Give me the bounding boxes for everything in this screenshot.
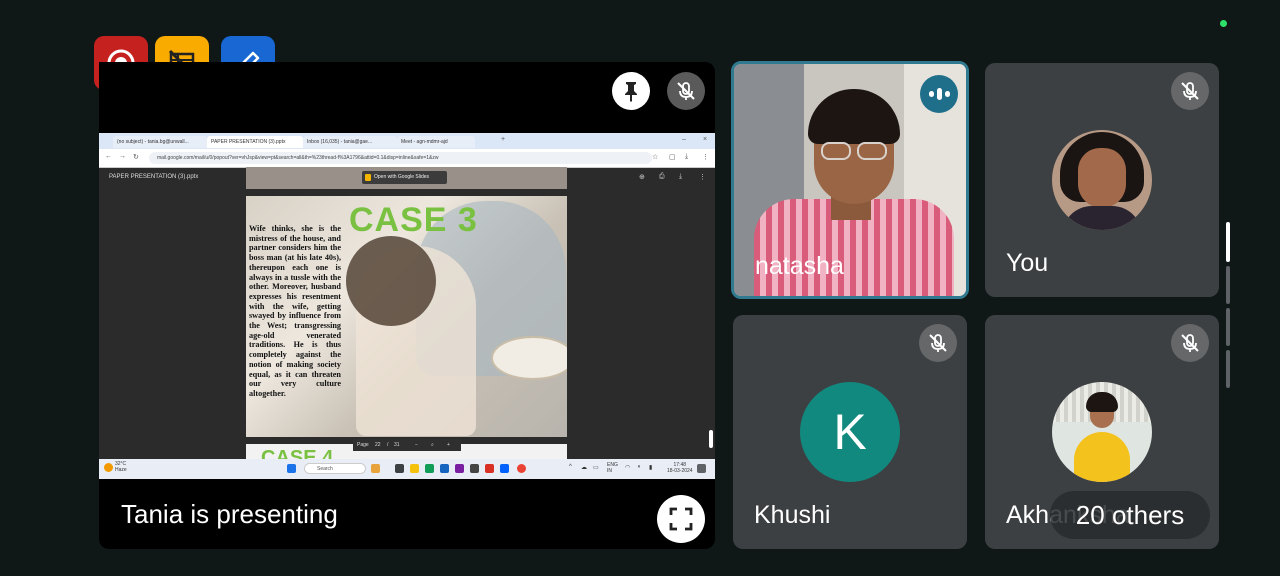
edge-icon[interactable] [440, 464, 449, 473]
connection-status-dot [1220, 20, 1227, 27]
close-icon[interactable]: × [703, 136, 707, 143]
zoom-icon[interactable]: ⌕ [431, 439, 434, 451]
video-person-glasses [819, 142, 889, 162]
participant-tile-natasha[interactable]: natasha [731, 61, 969, 299]
participant-tile-khushi[interactable]: K Khushi [733, 315, 967, 549]
current-slide: CASE 3 Wife thinks, she is the mistress … [246, 196, 567, 437]
print-icon[interactable]: ⎙ [659, 173, 665, 181]
notifications-icon[interactable] [697, 464, 706, 473]
presenter-muted-indicator [667, 72, 705, 110]
pin-button[interactable] [612, 72, 650, 110]
file-title: PAPER PRESENTATION (3).pptx [109, 174, 199, 180]
pin-icon [625, 82, 637, 102]
page-indicator-active[interactable] [1226, 222, 1230, 262]
mic-off-icon [929, 334, 947, 352]
page-indicator[interactable] [1226, 350, 1230, 388]
slide-image-plate [491, 336, 567, 380]
mic-off-icon [1181, 82, 1199, 100]
mcafee-icon[interactable] [485, 464, 494, 473]
store-icon[interactable] [470, 464, 479, 473]
app-icon[interactable] [371, 464, 380, 473]
page-label: Page [357, 442, 369, 448]
taskbar-search[interactable]: Search [304, 463, 366, 474]
url-field[interactable]: mail.google.com/mail/u/0/popout?ver=vhJs… [149, 152, 652, 164]
avatar [1052, 382, 1152, 482]
file-explorer-icon[interactable] [410, 464, 419, 473]
browser-tab[interactable]: Meet - agn-mdmr-ajd [397, 136, 475, 148]
reload-icon[interactable]: ↻ [133, 153, 139, 161]
participant-name: Khushi [754, 501, 831, 529]
cloud-icon[interactable]: ☁ [581, 464, 587, 471]
add-to-drive-icon[interactable]: ⊕ [639, 173, 645, 181]
app-icon[interactable] [455, 464, 464, 473]
browser-tab-active[interactable]: PAPER PRESENTATION (3).pptx [207, 136, 303, 148]
page-indicator[interactable] [1226, 266, 1230, 304]
address-bar: ← → ↻ mail.google.com/mail/u/0/popout?ve… [99, 149, 715, 168]
zoom-out-icon[interactable]: − [415, 439, 418, 451]
extensions-icon[interactable]: ▢ [669, 153, 676, 161]
language-indicator[interactable]: ENG IN [607, 462, 621, 474]
browser-tab[interactable]: (no subject) - tania.bg@unwall... [113, 136, 207, 148]
browser-tab[interactable]: Inbox (16,035) - tania@gae... [303, 136, 397, 148]
others-button[interactable]: 20 others [1050, 491, 1210, 539]
battery-status-icon[interactable]: ▮ [649, 464, 652, 471]
participant-name: You [1006, 249, 1049, 277]
more-options-icon[interactable]: ⋮ [699, 173, 706, 181]
task-view-icon[interactable] [395, 464, 404, 473]
download-file-icon[interactable]: ⤓ [679, 173, 682, 181]
slide-body-text: Wife thinks, she is the mistress of the … [249, 224, 341, 398]
muted-indicator [919, 324, 957, 362]
download-icon[interactable]: ⤓ [685, 153, 688, 161]
muted-indicator [1171, 324, 1209, 362]
clock-date: 18-03-2024 [667, 468, 693, 474]
tray-arrow-icon[interactable]: ^ [569, 464, 572, 470]
taskbar-clock[interactable]: 17:48 18-03-2024 [667, 462, 693, 474]
volume-icon[interactable]: ◖ [637, 464, 641, 470]
forward-icon[interactable]: → [119, 153, 126, 160]
back-icon[interactable]: ← [105, 153, 112, 160]
star-icon[interactable]: ☆ [652, 153, 658, 161]
page-indicator: Page 22 / 31 − ⌕ + [353, 439, 461, 451]
battery-icon[interactable]: ▭ [593, 464, 599, 471]
slide-image-hair [346, 236, 436, 326]
presentation-tile[interactable]: (no subject) - tania.bg@unwall... PAPER … [99, 62, 715, 549]
app-icon[interactable] [425, 464, 434, 473]
mic-off-icon [1181, 334, 1199, 352]
page-indicator[interactable] [1226, 308, 1230, 346]
page-total: 31 [394, 442, 400, 448]
page-current[interactable]: 22 [375, 439, 381, 451]
viewer-scrollbar[interactable] [709, 430, 713, 448]
mic-off-icon [677, 82, 695, 100]
open-with-slides-button[interactable]: Open with Google Slides [362, 171, 447, 184]
menu-icon[interactable]: ⋮ [702, 153, 709, 161]
presenter-label: Tania is presenting [121, 499, 338, 529]
weather-widget[interactable]: 32°C Haze [115, 461, 127, 473]
muted-indicator [1171, 72, 1209, 110]
participant-tile-you[interactable]: You [985, 63, 1219, 297]
zoom-in-icon[interactable]: + [447, 439, 450, 451]
new-tab-icon[interactable]: + [501, 136, 505, 143]
video-person-hair [808, 89, 900, 144]
dropbox-icon[interactable] [500, 464, 509, 473]
chrome-icon[interactable] [517, 464, 526, 473]
avatar [1052, 130, 1152, 230]
page-separator: / [387, 442, 389, 448]
fullscreen-icon [669, 507, 693, 531]
browser-tab-bar: (no subject) - tania.bg@unwall... PAPER … [99, 133, 715, 149]
weather-desc: Haze [115, 467, 127, 473]
speaking-indicator [920, 75, 958, 113]
shared-screen: (no subject) - tania.bg@unwall... PAPER … [99, 133, 715, 479]
start-icon[interactable] [287, 464, 296, 473]
slide-heading: CASE 3 [349, 201, 478, 239]
avatar-initial: K [800, 382, 900, 482]
fullscreen-button[interactable] [657, 495, 705, 543]
weather-icon [104, 463, 113, 472]
participant-name: natasha [755, 252, 844, 280]
minimize-icon[interactable]: – [682, 136, 686, 143]
windows-taskbar: 32°C Haze Search ^ ☁ ▭ ENG IN ◠ ◖ ▮ 17:4… [99, 459, 715, 479]
wifi-icon[interactable]: ◠ [625, 464, 630, 471]
